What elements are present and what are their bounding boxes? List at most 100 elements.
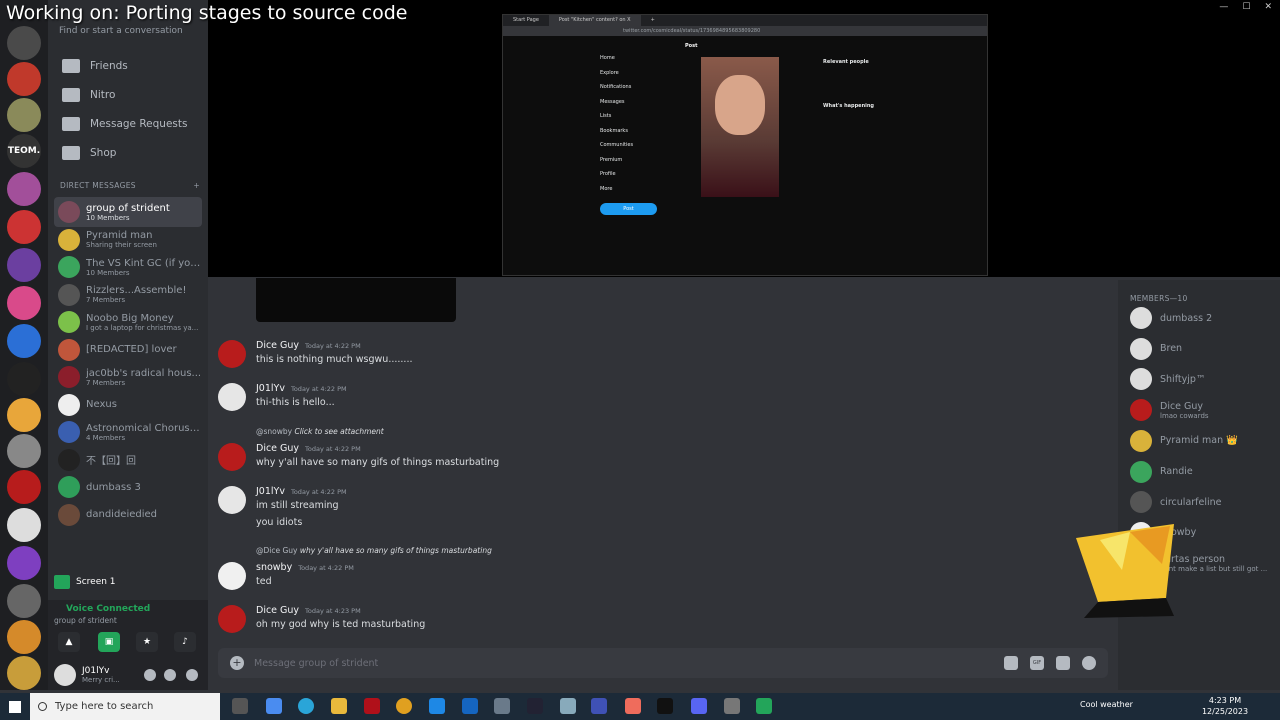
server-icon[interactable]: [7, 584, 41, 618]
dm-item[interactable]: Pyramid man Sharing their screen: [54, 225, 202, 255]
server-icon[interactable]: [7, 546, 41, 580]
weather-widget[interactable]: Cool weather: [1080, 700, 1133, 709]
avatar[interactable]: [218, 340, 246, 368]
avatar[interactable]: [54, 664, 76, 686]
maximize-icon[interactable]: ☐: [1242, 2, 1250, 12]
dm-item[interactable]: Rizzlers...Assemble! 7 Members: [54, 280, 202, 310]
member-item[interactable]: dumbass 2: [1130, 305, 1212, 331]
screen-share-bar[interactable]: Screen 1: [54, 572, 202, 592]
member-item[interactable]: Randie: [1130, 459, 1193, 485]
taskbar-app-icon[interactable]: [625, 698, 641, 714]
vscode-icon[interactable]: [429, 698, 445, 714]
taskbar-app-icon[interactable]: [364, 698, 380, 714]
reply-reference[interactable]: @Dice Guy why y'all have so many gifs of…: [256, 546, 492, 555]
nav-shop[interactable]: Shop: [54, 139, 202, 167]
dm-item[interactable]: dumbass 3: [54, 472, 202, 502]
message-author[interactable]: J01lYv: [256, 486, 285, 497]
soundboard-button[interactable]: ♪: [174, 632, 196, 652]
browser-tab: Post "Kitchen" content? on X: [548, 15, 641, 26]
avatar: [1130, 307, 1152, 329]
minimize-icon[interactable]: —: [1219, 2, 1228, 12]
dm-item[interactable]: Nexus: [54, 390, 202, 420]
avatar[interactable]: [218, 383, 246, 411]
gear-icon[interactable]: [186, 669, 198, 681]
message-author[interactable]: snowby: [256, 562, 292, 573]
dm-item[interactable]: Noobo Big Money I got a laptop for christ…: [54, 307, 202, 337]
message-text: oh my god why is ted masturbating: [256, 619, 426, 630]
dm-item[interactable]: Astronomical Chorus ... 4 Members: [54, 417, 202, 447]
start-button[interactable]: [0, 693, 30, 720]
task-view-icon[interactable]: [232, 698, 248, 714]
add-dm-button[interactable]: +: [193, 181, 200, 190]
server-icon[interactable]: [7, 286, 41, 320]
file-explorer-icon[interactable]: [331, 698, 347, 714]
avatar[interactable]: [218, 605, 246, 633]
message-author[interactable]: Dice Guy: [256, 605, 299, 616]
attach-plus-icon[interactable]: +: [230, 656, 244, 670]
member-item[interactable]: Shiftyjp™: [1130, 366, 1205, 392]
server-icon[interactable]: [7, 62, 41, 96]
server-icon[interactable]: [7, 398, 41, 432]
avatar[interactable]: [218, 562, 246, 590]
member-item[interactable]: Pyramid man 👑: [1130, 428, 1238, 454]
chrome-icon[interactable]: [396, 698, 412, 714]
edge-icon[interactable]: [298, 698, 314, 714]
attachment-preview[interactable]: [256, 278, 456, 322]
taskbar-search[interactable]: Type here to search: [30, 693, 220, 720]
screen-share-view[interactable]: Start Page Post "Kitchen" content? on X …: [208, 0, 1280, 277]
server-icon[interactable]: [7, 362, 41, 396]
server-icon[interactable]: [7, 620, 41, 654]
server-icon[interactable]: [7, 210, 41, 244]
member-item[interactable]: circularfeline: [1130, 489, 1222, 515]
sticker-icon[interactable]: [1056, 656, 1070, 670]
message-author[interactable]: Dice Guy: [256, 443, 299, 454]
gif-icon[interactable]: GIF: [1030, 656, 1044, 670]
steam-icon[interactable]: [527, 698, 543, 714]
emoji-icon[interactable]: [1082, 656, 1096, 670]
server-icon[interactable]: [7, 434, 41, 468]
dm-item[interactable]: dandideiedied: [54, 500, 202, 530]
message-author[interactable]: Dice Guy: [256, 340, 299, 351]
dm-item[interactable]: jac0bb's radical hous... 7 Members: [54, 362, 202, 392]
discord-icon[interactable]: [691, 698, 707, 714]
reply-reference[interactable]: @snowby Click to see attachment: [256, 427, 384, 436]
mic-icon[interactable]: [144, 669, 156, 681]
terminal-icon[interactable]: [657, 698, 673, 714]
dm-item[interactable]: [REDACTED] lover: [54, 335, 202, 365]
member-item[interactable]: Bren: [1130, 336, 1182, 362]
message-input[interactable]: [254, 657, 854, 669]
server-icon[interactable]: [7, 470, 41, 504]
server-icon[interactable]: TEOM.: [7, 134, 41, 168]
camera-button[interactable]: ▲: [58, 632, 80, 652]
dm-item[interactable]: 不【回】回: [54, 445, 202, 475]
dm-item[interactable]: group of strident 10 Members: [54, 197, 202, 227]
member-item[interactable]: Dice Guy lmao cowards: [1130, 397, 1209, 423]
dm-item[interactable]: The VS Kint GC (if you... 10 Members: [54, 252, 202, 282]
gift-icon[interactable]: [1004, 656, 1018, 670]
taskbar-app-icon[interactable]: [756, 698, 772, 714]
activity-button[interactable]: ★: [136, 632, 158, 652]
avatar[interactable]: [218, 443, 246, 471]
headphones-icon[interactable]: [164, 669, 176, 681]
server-icon[interactable]: [7, 324, 41, 358]
close-icon[interactable]: ✕: [1264, 2, 1272, 12]
mail-icon[interactable]: [462, 698, 478, 714]
taskbar-app-icon[interactable]: [560, 698, 576, 714]
taskbar-app-icon[interactable]: [266, 698, 282, 714]
taskbar-app-icon[interactable]: [494, 698, 510, 714]
nav-friends[interactable]: Friends: [54, 52, 202, 80]
server-icon[interactable]: [7, 508, 41, 542]
server-icon[interactable]: [7, 248, 41, 282]
taskbar-app-icon[interactable]: [591, 698, 607, 714]
share-screen-button[interactable]: ▣: [98, 632, 120, 652]
avatar[interactable]: [218, 486, 246, 514]
message-author[interactable]: J01lYv: [256, 383, 285, 394]
nav-nitro[interactable]: Nitro: [54, 81, 202, 109]
server-icon[interactable]: [7, 656, 41, 690]
nav-message-requests[interactable]: Message Requests: [54, 110, 202, 138]
taskbar-clock[interactable]: 4:23 PM 12/25/2023: [1200, 695, 1250, 717]
server-icon[interactable]: [7, 98, 41, 132]
server-icon[interactable]: [7, 172, 41, 206]
settings-icon[interactable]: [724, 698, 740, 714]
server-icon[interactable]: [7, 26, 41, 60]
